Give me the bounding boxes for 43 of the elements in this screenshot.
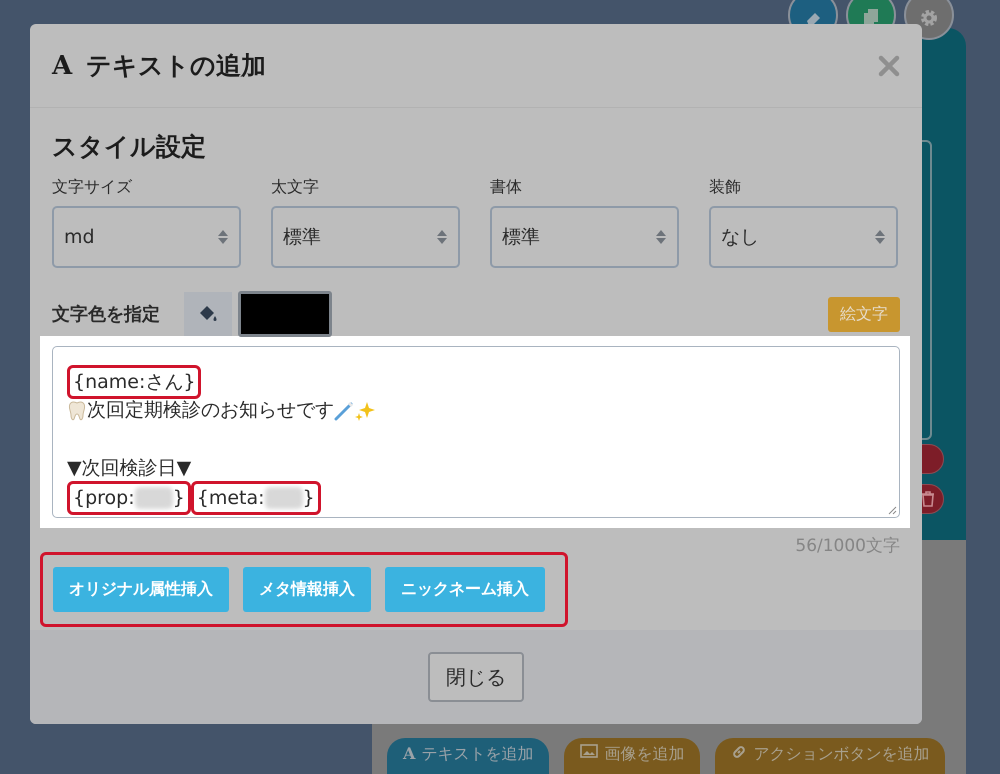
emoji-button[interactable]: 絵文字 [828, 296, 900, 332]
field-label: 装飾 [709, 177, 742, 198]
resize-grip-icon [887, 505, 897, 515]
select-arrows-icon [436, 229, 448, 245]
tooth-icon [67, 400, 87, 422]
text-icon: A [403, 744, 416, 763]
close-button[interactable]: 閉じる [428, 652, 524, 702]
field-label: 文字サイズ [52, 177, 133, 198]
select-arrows-icon [655, 229, 667, 245]
select-arrows-icon [874, 229, 886, 245]
placeholder-token: {meta: } [190, 480, 321, 514]
insert-button[interactable]: ニックネーム挿入 [385, 567, 545, 612]
insert-button[interactable]: メタ情報挿入 [243, 567, 371, 612]
settings-icon [919, 8, 939, 28]
section-title: スタイル設定 [52, 131, 207, 163]
insert-button[interactable]: オリジナル属性挿入 [53, 567, 229, 612]
field-label: 書体 [490, 177, 523, 198]
dialog-title: テキストの追加 [86, 50, 268, 82]
message-text: 次回定期検診のお知らせです [87, 398, 334, 423]
toothbrush-icon [334, 400, 354, 420]
select-arrows-icon [217, 229, 229, 245]
field-label: 文字色を指定 [52, 303, 160, 326]
placeholder-token: {prop: } [67, 480, 191, 514]
add-button[interactable]: 画像を追加 [564, 738, 700, 774]
select-field[interactable]: なし [709, 206, 898, 268]
color-swatch[interactable] [238, 291, 332, 337]
select-field[interactable]: 標準 [271, 206, 460, 268]
placeholder-token: {name:さん} [67, 364, 202, 398]
field-label: 太文字 [271, 177, 320, 198]
close-icon [878, 54, 900, 76]
select-field[interactable]: 標準 [490, 206, 679, 268]
message-field[interactable]: {name:さん} 次回定期検診のお知らせです ▼次回検診日▼ {prop: } {meta: } [52, 346, 900, 518]
link-icon [731, 744, 748, 760]
message-text: ▼次回検診日▼ [67, 456, 192, 481]
sparkles-icon [354, 400, 376, 422]
add-button[interactable]: A テキストを追加 [387, 738, 550, 774]
add-button[interactable]: アクションボタンを追加 [715, 738, 946, 774]
text-icon: A [52, 50, 72, 80]
image-icon [580, 744, 598, 758]
character-counter: 56/1000文字 [794, 535, 900, 552]
select-field[interactable]: md [52, 206, 241, 268]
fill-color-button[interactable] [184, 292, 232, 336]
trash-icon [921, 491, 935, 507]
